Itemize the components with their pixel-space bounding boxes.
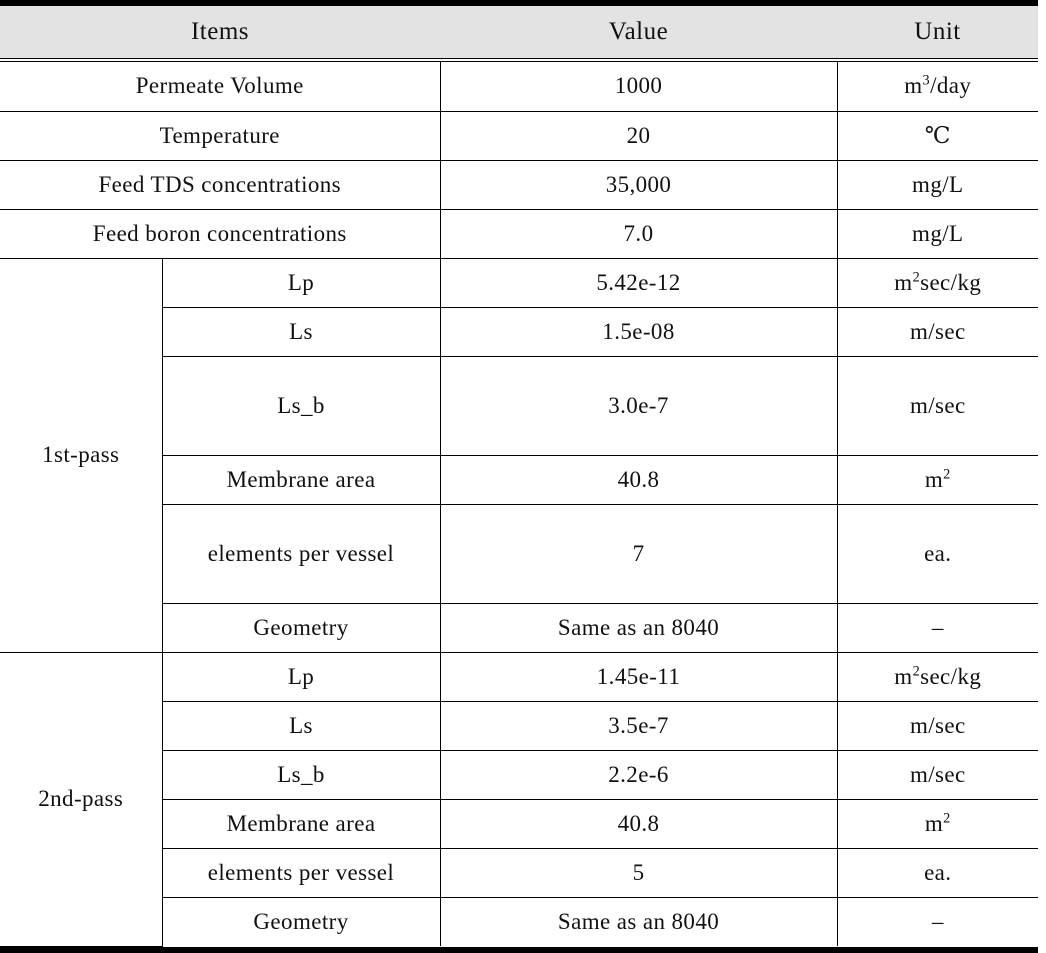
table-row: Permeate Volume 1000 m3/day — [0, 62, 1039, 112]
row-item-label: Feed TDS concentrations — [0, 160, 441, 210]
row-value: Same as an 8040 — [440, 603, 838, 653]
row-value: 1000 — [440, 62, 838, 112]
row-item-label: Temperature — [0, 111, 441, 161]
unit-superscript: 2 — [912, 662, 921, 679]
row-item-label: Ls_b — [162, 750, 441, 800]
column-header-value: Value — [608, 18, 669, 45]
row-unit: m2sec/kg — [837, 652, 1039, 702]
unit-base: m — [904, 73, 923, 99]
unit-superscript: 3 — [922, 72, 931, 89]
row-value: 40.8 — [440, 455, 838, 505]
row-value: 7.0 — [440, 209, 838, 259]
row-item-label: Geometry — [162, 603, 441, 653]
unit-base: mg/L — [912, 171, 964, 197]
row-unit: m/sec — [837, 307, 1039, 357]
unit-base: ℃ — [924, 122, 951, 148]
row-item-label: Membrane area — [162, 455, 441, 505]
pass-group-label-1st: 1st-pass — [0, 258, 163, 653]
unit-base: ea. — [924, 859, 952, 885]
row-unit: m/sec — [837, 356, 1039, 456]
table-row: 2nd-pass Lp 1.45e-11 m2sec/kg — [0, 652, 1039, 947]
row-unit: m2 — [837, 799, 1039, 849]
row-unit: m/sec — [837, 750, 1039, 800]
row-unit: m/sec — [837, 701, 1039, 751]
unit-base: m/sec — [909, 318, 966, 344]
unit-base: m/sec — [909, 392, 966, 418]
row-value: 3.5e-7 — [440, 701, 838, 751]
row-value: Same as an 8040 — [440, 897, 838, 946]
row-item-label: Membrane area — [162, 799, 441, 849]
row-unit: – — [837, 897, 1038, 946]
row-item-label: elements per vessel — [162, 848, 441, 898]
row-unit: ea. — [837, 848, 1039, 898]
table-header: Items Value Unit — [0, 6, 1039, 58]
unit-base: mg/L — [912, 220, 964, 246]
unit-base: m/sec — [909, 761, 966, 787]
unit-base: m — [894, 269, 913, 295]
row-item-label: Permeate Volume — [0, 62, 441, 112]
row-item-label: Geometry — [162, 897, 441, 946]
row-value: 3.0e-7 — [440, 356, 838, 456]
row-value: 1.5e-08 — [440, 307, 838, 357]
table-row: Feed TDS concentrations 35,000 mg/L — [0, 160, 1039, 210]
unit-base: – — [931, 908, 944, 934]
header-row: Items Value Unit — [0, 6, 1039, 58]
unit-superscript: 2 — [912, 268, 921, 285]
unit-superscript: 2 — [943, 465, 951, 482]
row-item-label: Lp — [162, 258, 441, 308]
row-item-label: Lp — [162, 652, 441, 702]
unit-superscript: 2 — [943, 809, 951, 826]
row-value: 1.45e-11 — [440, 652, 838, 702]
unit-base: ea. — [924, 540, 952, 566]
row-value: 7 — [440, 504, 838, 604]
row-item-label: Ls — [162, 307, 441, 357]
row-unit: ℃ — [837, 111, 1039, 161]
row-value: 2.2e-6 — [440, 750, 838, 800]
row-unit: mg/L — [837, 209, 1039, 259]
row-value: 40.8 — [440, 799, 838, 849]
unit-base: m/sec — [909, 712, 966, 738]
row-value: 20 — [440, 111, 838, 161]
row-value: 5.42e-12 — [440, 258, 838, 308]
row-value: 35,000 — [440, 160, 838, 210]
column-header-items: Items — [190, 18, 250, 45]
row-unit: – — [837, 603, 1039, 653]
parameters-table-body: Permeate Volume 1000 m3/day Temperature … — [0, 62, 1039, 947]
parameters-table: Items Value Unit — [0, 6, 1039, 58]
unit-tail: /day — [930, 73, 972, 99]
unit-base: – — [931, 614, 944, 640]
unit-tail: sec/kg — [920, 269, 982, 295]
unit-tail: sec/kg — [920, 663, 982, 689]
row-unit: mg/L — [837, 160, 1039, 210]
row-unit: m3/day — [837, 62, 1039, 112]
parameters-table-container: Items Value Unit Permeate Volume 1000 m3… — [0, 0, 1046, 953]
row-unit: m2 — [837, 455, 1039, 505]
table-row: Temperature 20 ℃ — [0, 111, 1039, 161]
row-item-label: Ls_b — [162, 356, 441, 456]
row-item-label: elements per vessel — [162, 504, 441, 604]
unit-base: m — [924, 810, 944, 836]
row-value: 5 — [440, 848, 838, 898]
unit-base: m — [924, 466, 944, 492]
unit-base: m — [894, 663, 913, 689]
pass-group-label-2nd: 2nd-pass — [0, 652, 163, 947]
table-body: Permeate Volume 1000 m3/day Temperature … — [0, 62, 1039, 947]
column-header-unit: Unit — [914, 18, 961, 45]
row-item-label: Ls — [162, 701, 441, 751]
row-unit: m2sec/kg — [837, 258, 1039, 308]
row-unit: ea. — [837, 504, 1039, 604]
table-row: 1st-pass Lp 5.42e-12 m2sec/kg — [0, 258, 1039, 653]
row-item-label: Feed boron concentrations — [0, 209, 441, 259]
table-row: Feed boron concentrations 7.0 mg/L — [0, 209, 1039, 259]
table-bottom-rule — [0, 946, 1038, 953]
